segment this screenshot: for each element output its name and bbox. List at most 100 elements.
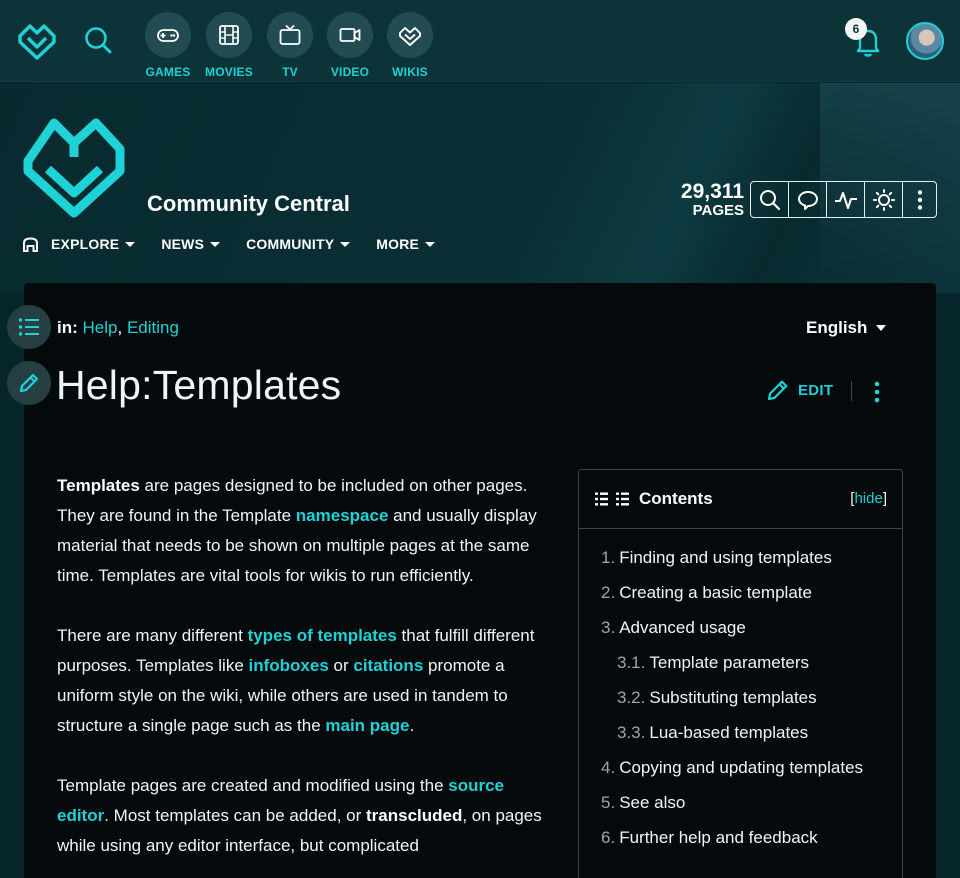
wiki-logo-icon[interactable] xyxy=(22,117,126,219)
bold-term: transcluded xyxy=(366,806,463,825)
user-avatar[interactable] xyxy=(906,22,944,60)
paragraph-1: Templates are pages designed to be inclu… xyxy=(57,471,557,591)
link-namespace[interactable]: namespace xyxy=(296,506,389,525)
link-types-of-templates[interactable]: types of templates xyxy=(248,626,397,645)
sun-icon xyxy=(872,188,895,211)
toc-sidebar-button[interactable] xyxy=(7,305,51,349)
text-run: or xyxy=(328,656,354,675)
toc-item[interactable]: 3. Advanced usage xyxy=(601,613,902,643)
link-main-page[interactable]: main page xyxy=(325,716,409,735)
video-icon xyxy=(327,12,373,58)
toc-number: 1. xyxy=(601,548,616,567)
film-icon xyxy=(206,12,252,58)
recent-changes-button[interactable] xyxy=(827,182,865,217)
bold-term: Templates xyxy=(57,476,140,495)
local-nav-news-label: NEWS xyxy=(161,236,205,252)
language-selector[interactable]: English xyxy=(806,318,887,338)
toc-item[interactable]: 2. Creating a basic template xyxy=(601,578,902,608)
search-icon xyxy=(85,27,112,54)
toc-item[interactable]: 3.3. Lua-based templates xyxy=(601,718,902,748)
toc-item[interactable]: 3.1. Template parameters xyxy=(601,648,902,678)
fandom-logo-icon[interactable] xyxy=(17,18,57,60)
speech-bubble-icon xyxy=(797,190,818,210)
wiki-name[interactable]: Community Central xyxy=(147,191,350,217)
nav-games[interactable]: GAMES xyxy=(138,12,198,79)
page-title: Help:Templates xyxy=(56,362,342,408)
page-count: 29,311 PAGES xyxy=(664,181,744,218)
notification-count-badge: 6 xyxy=(845,18,867,40)
chevron-down-icon xyxy=(125,241,136,247)
local-nav-news[interactable]: NEWS xyxy=(161,236,221,252)
tv-icon xyxy=(267,12,313,58)
text-run: There are many different xyxy=(57,626,248,645)
nav-tv[interactable]: TV xyxy=(260,12,320,79)
more-vertical-icon xyxy=(917,189,922,210)
local-nav-explore[interactable]: EXPLORE xyxy=(22,236,136,252)
nav-wikis[interactable]: WIKIS xyxy=(380,12,440,79)
pencil-icon xyxy=(767,380,788,401)
toc-item[interactable]: 3.2. Substituting templates xyxy=(601,683,902,713)
page-count-label: PAGES xyxy=(692,202,744,219)
categories-prefix: in: xyxy=(57,318,78,337)
global-navigation: GAMES MOVIES TV VIDEO WIKIS 6 xyxy=(0,0,960,82)
table-of-contents: Contents [hide] 1. Finding and using temp… xyxy=(578,469,903,878)
activity-icon xyxy=(834,191,857,209)
local-nav-explore-label: EXPLORE xyxy=(51,236,120,252)
toc-item[interactable]: 6. Further help and feedback xyxy=(601,823,902,853)
toc-label: Advanced usage xyxy=(619,618,746,637)
toc-item[interactable]: 5. See also xyxy=(601,788,902,818)
toc-item[interactable]: 4. Copying and updating templates xyxy=(601,753,902,783)
toc-number: 5. xyxy=(601,793,616,812)
chevron-down-icon xyxy=(876,325,887,331)
chevron-down-icon xyxy=(425,241,436,247)
nav-wikis-label: WIKIS xyxy=(392,65,428,79)
more-tools-button[interactable] xyxy=(903,182,936,217)
edit-sidebar-button[interactable] xyxy=(7,361,51,405)
list-icon[interactable] xyxy=(595,492,629,506)
toc-number: 3. xyxy=(601,618,616,637)
more-actions-icon[interactable] xyxy=(872,380,882,404)
wiki-tools-toolbar xyxy=(750,181,937,218)
paragraph-2: There are many different types of templa… xyxy=(57,621,557,741)
chevron-down-icon xyxy=(210,241,221,247)
search-icon xyxy=(759,189,780,210)
theme-toggle-button[interactable] xyxy=(865,182,903,217)
local-nav-community-label: COMMUNITY xyxy=(246,236,335,252)
link-infoboxes[interactable]: infoboxes xyxy=(249,656,329,675)
page-count-number: 29,311 xyxy=(680,180,744,203)
paragraph-3: Template pages are created and modified … xyxy=(57,771,557,861)
category-link-editing[interactable]: Editing xyxy=(127,318,179,337)
toc-label: Further help and feedback xyxy=(619,828,818,847)
toc-label: Substituting templates xyxy=(649,688,817,707)
category-link-help[interactable]: Help xyxy=(83,318,118,337)
local-navigation: EXPLORE NEWS COMMUNITY MORE xyxy=(22,235,461,253)
local-nav-more[interactable]: MORE xyxy=(376,236,436,252)
list-icon xyxy=(18,318,39,336)
toc-number: 3.1. xyxy=(617,653,646,672)
nav-video[interactable]: VIDEO xyxy=(320,12,380,79)
chevron-down-icon xyxy=(340,241,351,247)
pencil-icon xyxy=(19,373,39,393)
bracket: ] xyxy=(882,490,887,507)
toc-number: 2. xyxy=(601,583,616,602)
toc-hide-link[interactable]: hide xyxy=(854,490,882,507)
nav-movies[interactable]: MOVIES xyxy=(199,12,259,79)
text-run: . Most templates can be added, or xyxy=(104,806,366,825)
discussions-button[interactable] xyxy=(789,182,827,217)
edit-label: EDIT xyxy=(798,381,834,399)
text-run: . xyxy=(409,716,415,735)
toc-number: 4. xyxy=(601,758,616,777)
nav-games-label: GAMES xyxy=(145,65,191,79)
nav-movies-label: MOVIES xyxy=(205,65,253,79)
wiki-search-button[interactable] xyxy=(751,182,789,217)
toc-item[interactable]: 1. Finding and using templates xyxy=(601,543,902,573)
nav-video-label: VIDEO xyxy=(330,65,370,79)
page-categories: in: Help, Editing xyxy=(57,318,179,337)
fandom-heart-icon xyxy=(387,12,433,58)
local-nav-more-label: MORE xyxy=(376,236,420,252)
local-nav-community[interactable]: COMMUNITY xyxy=(246,236,351,252)
toc-list: 1. Finding and using templates 2. Creating… xyxy=(579,529,902,853)
link-citations[interactable]: citations xyxy=(353,656,423,675)
global-search-button[interactable] xyxy=(80,22,116,58)
edit-button[interactable]: EDIT xyxy=(766,378,833,402)
